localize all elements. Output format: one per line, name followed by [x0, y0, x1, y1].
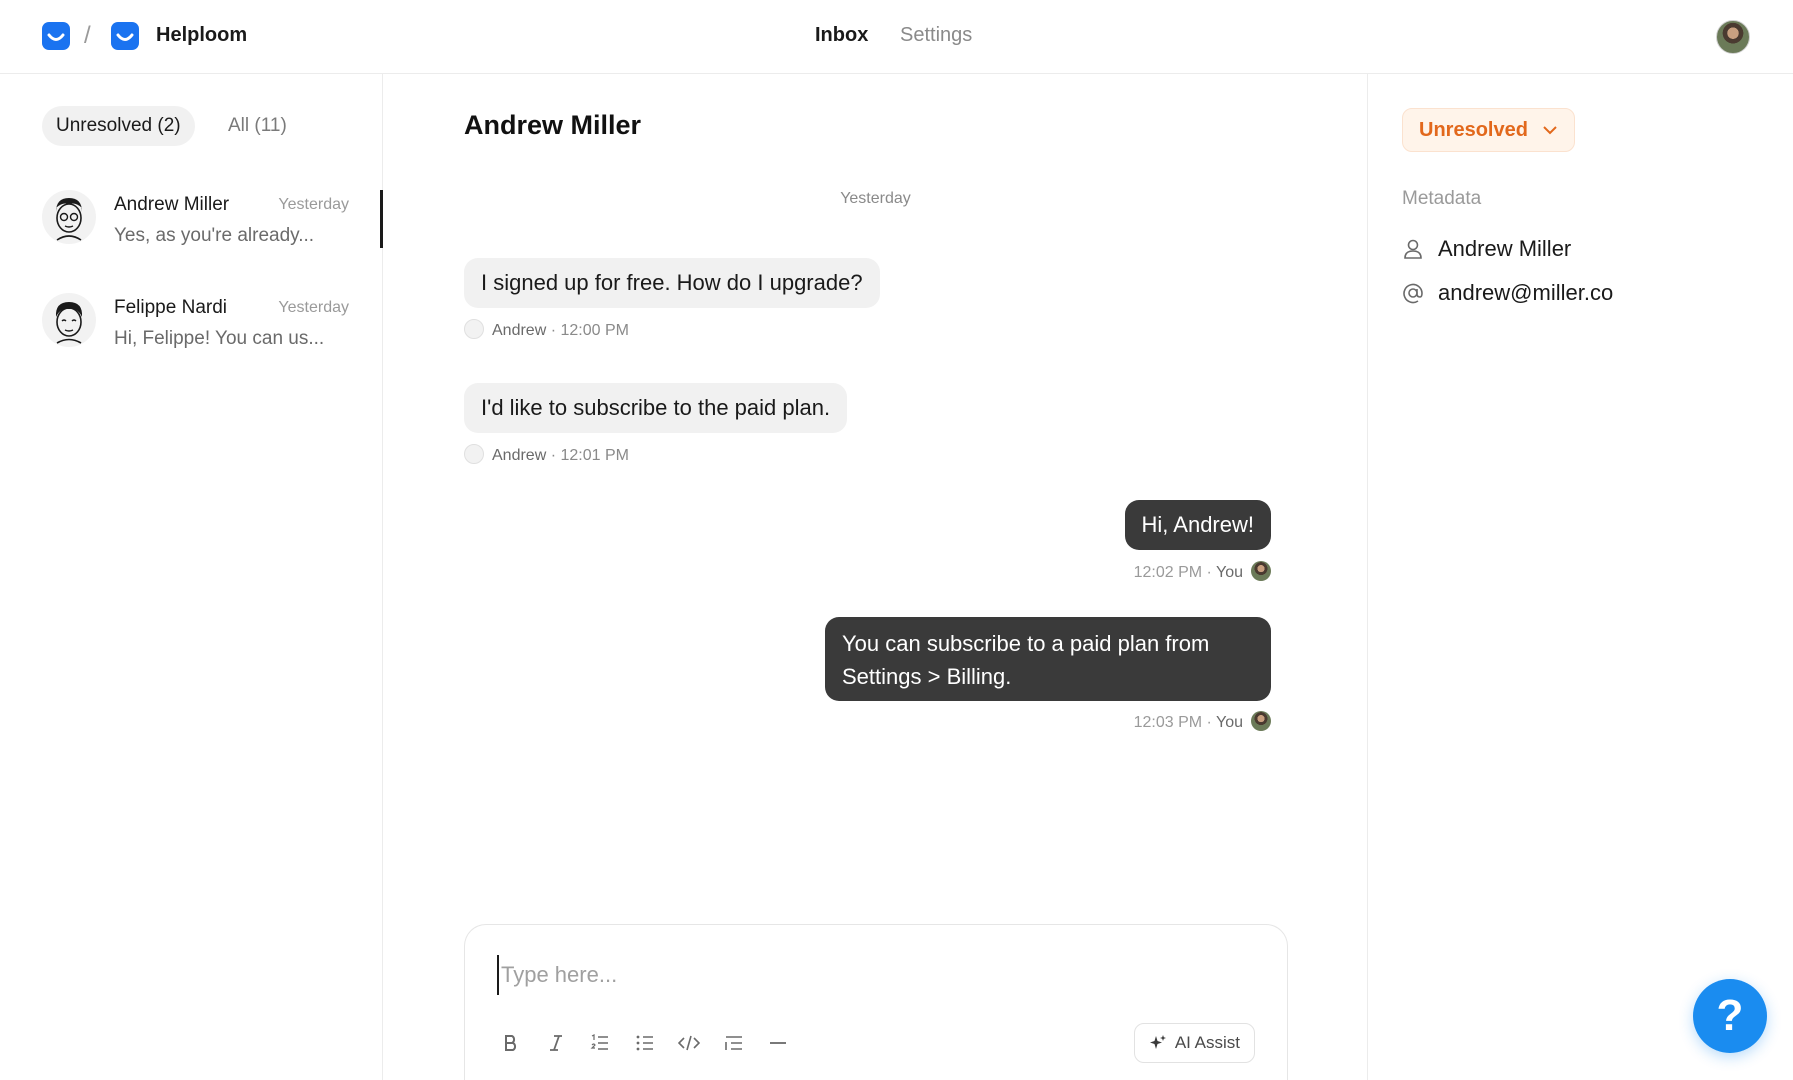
message-input[interactable] [497, 955, 1237, 995]
metadata-email-row: andrew@miller.co [1402, 278, 1613, 308]
message-bubble-outgoing: You can subscribe to a paid plan from Se… [825, 617, 1271, 701]
sender-avatar [1251, 711, 1271, 731]
app-title: Helploom [156, 24, 248, 46]
ordered-list-icon[interactable] [584, 1027, 616, 1059]
chat-panel: Andrew Miller Yesterday I signed up for … [384, 74, 1367, 1080]
message-time: 12:03 PM [1133, 714, 1203, 731]
message-text-line: Settings > Billing. [842, 664, 1012, 689]
nav-tab-settings[interactable]: Settings [900, 24, 972, 47]
day-separator: Yesterday [840, 190, 911, 207]
message-meta: Andrew · 12:00 PM [464, 319, 629, 341]
at-sign-icon [1403, 283, 1423, 304]
message-author: Andrew [492, 447, 547, 464]
message-meta: Andrew · 12:01 PM [464, 444, 629, 466]
message-composer: AI Assist [464, 924, 1288, 1080]
conversation-name: Felippe Nardi [114, 297, 227, 318]
person-icon [1404, 239, 1422, 259]
conversation-time: Yesterday [278, 299, 349, 316]
sparkle-icon [1149, 1035, 1166, 1049]
metadata-email[interactable]: andrew@miller.co [1438, 280, 1613, 306]
details-panel: Unresolved Metadata Andrew Miller andrew… [1367, 74, 1793, 1080]
conversation-time: Yesterday [278, 196, 349, 213]
filter-unresolved[interactable]: Unresolved (2) [42, 106, 195, 146]
sender-avatar [464, 444, 484, 464]
ai-assist-label: AI Assist [1174, 1033, 1240, 1052]
metadata-name: Andrew Miller [1438, 236, 1572, 261]
meta-dot: · [550, 322, 557, 339]
message-bubble-outgoing: Hi, Andrew! [1124, 500, 1271, 550]
conversation-avatar [42, 293, 96, 347]
breadcrumb-separator: / [84, 22, 91, 49]
message-meta: 12:02 PM · You [1134, 561, 1271, 583]
app-root: / Helploom Inbox Settings Unresolved (2)… [0, 0, 1793, 1080]
top-bar: / Helploom Inbox Settings [0, 0, 1793, 74]
conversation-preview: Yes, as you're already... [114, 225, 315, 246]
conversation-preview: Hi, Felippe! You can us... [114, 328, 325, 349]
horizontal-rule-icon[interactable] [762, 1027, 794, 1059]
meta-dot: · [1206, 564, 1212, 581]
nav-tab-inbox[interactable]: Inbox [815, 24, 868, 47]
metadata-heading: Metadata [1402, 188, 1482, 209]
sender-avatar [1251, 561, 1271, 581]
filter-all[interactable]: All (11) [214, 106, 301, 146]
chat-title: Andrew Miller [464, 110, 642, 140]
bold-icon[interactable] [495, 1027, 527, 1059]
status-dropdown[interactable]: Unresolved [1402, 108, 1575, 152]
help-button[interactable]: ? [1693, 979, 1767, 1053]
sender-avatar [464, 319, 484, 339]
code-icon[interactable] [673, 1027, 705, 1059]
conversation-name: Andrew Miller [114, 194, 230, 215]
message-time: 12:01 PM [560, 447, 629, 464]
chevron-down-icon [1543, 126, 1557, 135]
app-logo-icon[interactable] [111, 22, 139, 50]
metadata-name-row: Andrew Miller [1402, 234, 1571, 264]
message-meta: 12:03 PM · You [1134, 711, 1271, 733]
workspace-logo-icon[interactable] [42, 22, 70, 50]
meta-dot: · [550, 447, 557, 464]
message-time: 12:00 PM [560, 322, 629, 339]
bullet-list-icon[interactable] [629, 1027, 661, 1059]
conversation-item-felippe[interactable]: Felippe Nardi Yesterday Hi, Felippe! You… [0, 293, 383, 389]
message-bubble-incoming: I'd like to subscribe to the paid plan. [464, 383, 848, 433]
ai-assist-button[interactable]: AI Assist [1133, 1023, 1255, 1063]
status-label: Unresolved [1419, 118, 1528, 141]
message-bubble-incoming: I signed up for free. How do I upgrade? [464, 258, 880, 308]
user-avatar[interactable] [1716, 20, 1750, 54]
message-author: You [1216, 564, 1243, 581]
message-time: 12:02 PM [1133, 564, 1203, 581]
message-text-line: You can subscribe to a paid plan from [842, 631, 1210, 656]
indent-list-icon[interactable] [718, 1027, 750, 1059]
message-author: You [1216, 714, 1243, 731]
message-author: Andrew [492, 322, 547, 339]
conversation-item-andrew[interactable]: Andrew Miller Yesterday Yes, as you're a… [0, 190, 383, 286]
conversation-list-panel: Unresolved (2) All (11) Andrew Miller Ye… [0, 74, 383, 1080]
italic-icon[interactable] [540, 1027, 572, 1059]
meta-dot: · [1206, 714, 1212, 731]
conversation-avatar [42, 190, 96, 244]
